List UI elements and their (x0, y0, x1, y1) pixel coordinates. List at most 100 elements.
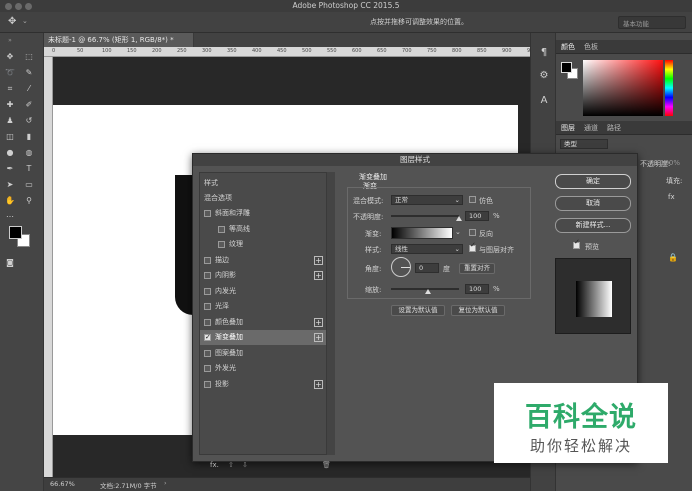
opacity-slider[interactable] (391, 215, 459, 217)
style-item[interactable]: 内阴影 + (200, 268, 326, 283)
add-effect-icon[interactable]: + (314, 317, 323, 327)
style-item-checkbox[interactable] (204, 318, 211, 326)
add-effect-icon[interactable]: + (314, 333, 323, 342)
style-item-checkbox[interactable] (204, 349, 211, 357)
move-down-icon[interactable]: ⇩ (242, 461, 248, 469)
add-effect-icon[interactable]: + (314, 379, 323, 389)
quick-select-tool-icon[interactable]: ✎ (22, 67, 36, 78)
move-up-icon[interactable]: ⇧ (228, 461, 234, 469)
clone-stamp-tool-icon[interactable]: ♟ (3, 115, 17, 126)
add-effect-icon[interactable]: + (314, 271, 323, 280)
blur-tool-icon[interactable]: ● (3, 147, 17, 158)
color-picker-field[interactable] (583, 60, 663, 116)
tab-channels[interactable]: 通道 (584, 123, 598, 133)
status-menu-arrow-icon[interactable]: › (164, 479, 167, 487)
style-item[interactable]: 内发光 (200, 284, 326, 299)
blend-mode-select[interactable]: 正常 ⌄ (391, 195, 463, 205)
blend-options-item[interactable]: 混合选项 (200, 191, 326, 206)
style-select[interactable]: 线性 ⌄ (391, 244, 463, 254)
collapse-icon[interactable]: » (3, 35, 17, 46)
brush-tool-icon[interactable]: ✐ (22, 99, 36, 110)
add-effect-icon[interactable]: + (314, 255, 323, 265)
style-item[interactable]: 渐变叠加 + (200, 330, 326, 345)
delete-effect-icon[interactable]: 🗑 (322, 461, 331, 469)
style-item[interactable]: 斜面和浮雕 (200, 206, 326, 221)
style-item[interactable]: 等高线 (200, 222, 326, 237)
rectangle-tool-icon[interactable]: ▭ (22, 179, 36, 190)
gradient-tool-icon[interactable]: ▮ (22, 131, 36, 142)
style-item-checkbox[interactable] (204, 303, 211, 310)
style-item[interactable]: 投影 + (200, 377, 326, 392)
more-tools-icon[interactable]: … (3, 209, 17, 220)
dodge-tool-icon[interactable]: ◍ (22, 147, 36, 158)
gradient-chevron-icon[interactable]: ⌄ (455, 228, 461, 236)
move-tool-icon[interactable]: ✥ (8, 16, 16, 27)
new-style-button[interactable]: 新建样式... (555, 218, 631, 233)
reverse-checkbox[interactable] (469, 229, 476, 236)
style-item[interactable]: 颜色叠加 + (200, 315, 326, 330)
opacity-slider-knob[interactable] (456, 216, 462, 221)
preview-checkbox[interactable] (573, 238, 580, 249)
panel-foreground-swatch[interactable] (561, 62, 572, 73)
style-item-checkbox[interactable] (204, 272, 211, 279)
eraser-tool-icon[interactable]: ◫ (3, 131, 17, 142)
style-item-checkbox[interactable] (204, 256, 211, 264)
hand-tool-icon[interactable]: ✋ (3, 195, 17, 206)
scale-field[interactable]: 100 (465, 284, 489, 294)
style-item-checkbox[interactable] (204, 365, 211, 372)
crop-tool-icon[interactable]: ⌗ (3, 83, 17, 94)
eyedropper-tool-icon[interactable]: ⁄ (22, 83, 36, 94)
scale-slider-knob[interactable] (425, 289, 432, 294)
reset-default-button[interactable]: 复位为默认值 (451, 305, 505, 316)
character-panel-icon[interactable]: A (537, 95, 551, 109)
type-tool-icon[interactable]: T (22, 163, 36, 174)
path-select-tool-icon[interactable]: ➤ (3, 179, 17, 190)
style-item-checkbox[interactable] (218, 241, 225, 248)
angle-field[interactable]: 0 (415, 263, 439, 273)
align-with-layer-checkbox[interactable] (469, 241, 476, 252)
tab-paths[interactable]: 路径 (607, 123, 621, 133)
style-item-checkbox[interactable] (204, 380, 211, 388)
style-item[interactable]: 外发光 (200, 361, 326, 376)
style-item[interactable]: 描边 + (200, 253, 326, 268)
history-brush-tool-icon[interactable]: ↺ (22, 115, 36, 126)
style-item[interactable]: 光泽 (200, 299, 326, 314)
tab-swatches[interactable]: 色板 (584, 42, 598, 52)
hue-slider[interactable] (665, 60, 673, 116)
style-item-checkbox[interactable] (204, 330, 211, 345)
properties-panel-icon[interactable]: ⚙ (537, 70, 551, 84)
move-tool-icon[interactable]: ✥ (3, 51, 17, 62)
ok-button[interactable]: 确定 (555, 174, 631, 189)
zoom-tool-icon[interactable]: ⚲ (22, 195, 36, 206)
layer-opacity-value[interactable]: 100% (660, 159, 680, 167)
marquee-tool-icon[interactable]: ⬚ (22, 51, 36, 62)
zoom-level[interactable]: 66.67% (50, 480, 75, 488)
gradient-swatch[interactable] (391, 227, 453, 239)
workspace-select[interactable]: 基本功能 (618, 16, 686, 29)
angle-dial[interactable] (391, 257, 411, 277)
tab-color[interactable]: 颜色 (561, 42, 575, 52)
style-item[interactable]: 纹理 (200, 237, 326, 252)
document-tab[interactable]: 未标题-1 @ 66.7% (矩形 1, RGB/8*) * (44, 33, 194, 47)
style-item-checkbox[interactable] (204, 287, 211, 295)
style-item-checkbox[interactable] (218, 225, 225, 233)
paragraph-panel-icon[interactable]: ¶ (537, 47, 551, 61)
style-item-checkbox[interactable] (204, 210, 211, 217)
make-default-button[interactable]: 设置为默认值 (391, 305, 445, 316)
lasso-tool-icon[interactable]: ➰ (3, 67, 17, 78)
quick-mask-icon[interactable]: ◙ (3, 257, 17, 268)
healing-brush-tool-icon[interactable]: ✚ (3, 99, 17, 110)
tool-preset-chevron-icon[interactable]: ⌄ (22, 17, 28, 25)
foreground-color-swatch-top[interactable] (9, 226, 22, 239)
dither-checkbox[interactable] (469, 196, 476, 203)
style-item[interactable]: 图案叠加 (200, 346, 326, 361)
layer-kind-filter[interactable]: 类型 (560, 139, 608, 149)
opacity-field[interactable]: 100 (465, 211, 489, 221)
fx-menu-icon[interactable]: fx. (210, 461, 219, 469)
layer-fx-badge[interactable]: fx (668, 193, 675, 201)
styles-list-scrollbar[interactable] (327, 172, 335, 455)
cancel-button[interactable]: 取消 (555, 196, 631, 211)
tab-layers[interactable]: 图层 (561, 123, 575, 133)
reset-alignment-button[interactable]: 重置对齐 (459, 263, 495, 274)
styles-header[interactable]: 样式 (200, 176, 326, 191)
